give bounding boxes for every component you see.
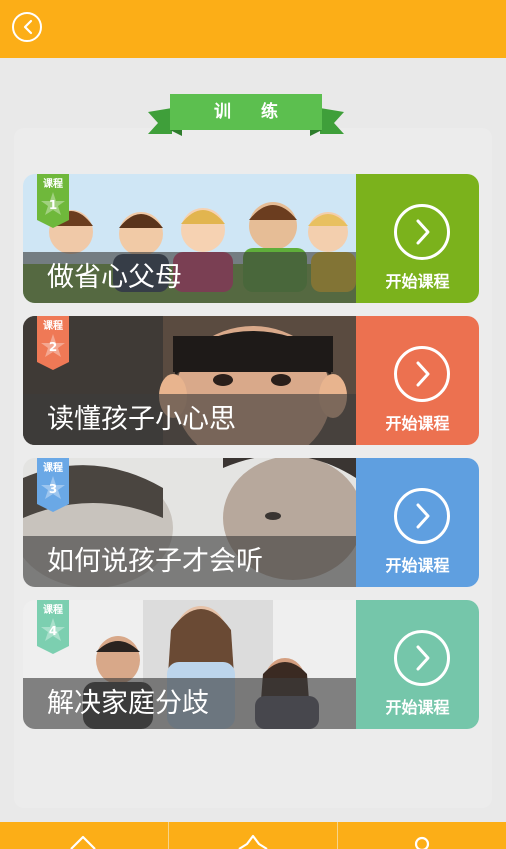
course-card-4[interactable]: 课程 4 解决家庭分歧 开始课程 (23, 600, 479, 729)
chevron-right-circle-icon (394, 204, 450, 260)
nav-tab-profile[interactable] (338, 822, 506, 849)
course-title-1: 做省心父母 (47, 262, 182, 293)
course-badge-1: 课程 1 (37, 174, 69, 228)
course-card-2[interactable]: 课程 2 读懂孩子小心思 开始课程 (23, 316, 479, 445)
bottom-nav (0, 822, 506, 849)
chevron-left-icon (23, 19, 33, 35)
course-badge-2: 课程 2 (37, 316, 69, 370)
section-banner: 训 练 (148, 94, 344, 138)
section-title: 训 练 (214, 102, 290, 122)
top-bar (0, 0, 506, 58)
star-icon (238, 834, 268, 849)
course-title-strip: 如何说孩子才会听 (23, 536, 356, 587)
home-icon (70, 835, 96, 849)
course-card-3[interactable]: 课程 3 如何说孩子才会听 开始课程 (23, 458, 479, 587)
course-badge-4: 课程 4 (37, 600, 69, 654)
course-title-4: 解决家庭分歧 (47, 688, 209, 719)
nav-tab-favorites[interactable] (169, 822, 337, 849)
start-course-button-4[interactable]: 开始课程 (356, 600, 479, 729)
course-badge-3: 课程 3 (37, 458, 69, 512)
start-course-button-1[interactable]: 开始课程 (356, 174, 479, 303)
start-course-button-3[interactable]: 开始课程 (356, 458, 479, 587)
course-card-1[interactable]: 课程 1 做省心父母 开始课程 (23, 174, 479, 303)
course-title-2: 读懂孩子小心思 (47, 404, 236, 435)
course-title-strip: 读懂孩子小心思 (23, 394, 356, 445)
user-icon (414, 836, 430, 849)
chevron-right-circle-icon (394, 346, 450, 402)
chevron-right-circle-icon (394, 488, 450, 544)
course-title-strip: 解决家庭分歧 (23, 678, 356, 729)
course-title-3: 如何说孩子才会听 (47, 546, 263, 577)
back-button[interactable] (12, 12, 42, 42)
chevron-right-circle-icon (394, 630, 450, 686)
start-course-button-2[interactable]: 开始课程 (356, 316, 479, 445)
course-title-strip: 做省心父母 (23, 252, 356, 303)
nav-tab-home[interactable] (0, 822, 168, 849)
